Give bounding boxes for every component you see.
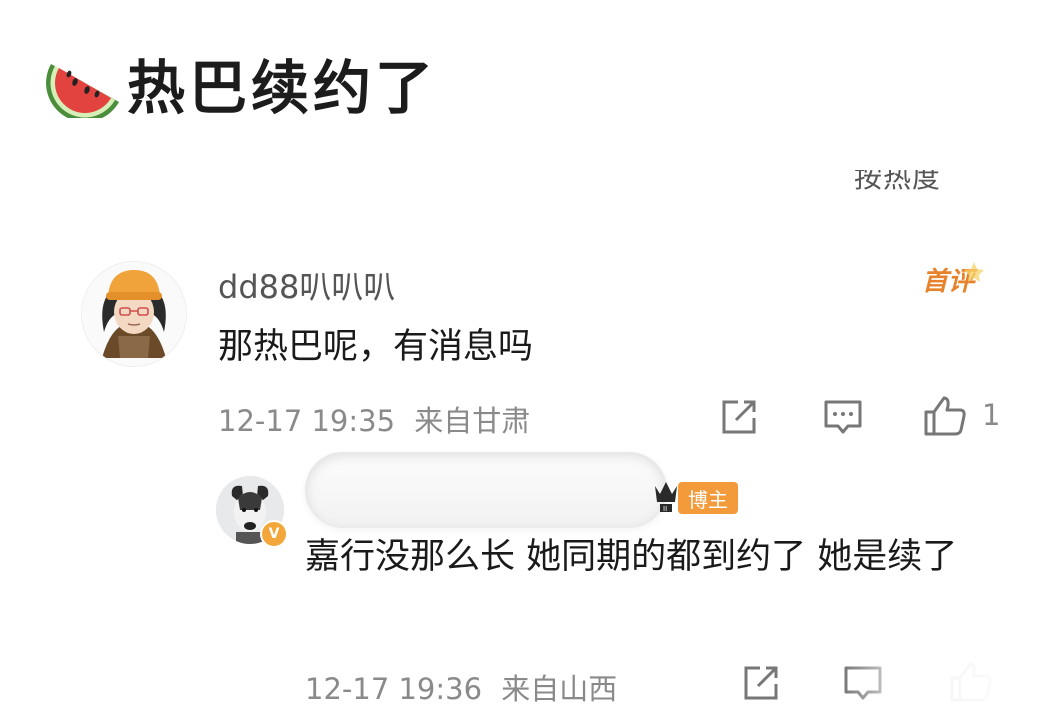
comment-text: 那热巴呢，有消息吗	[218, 327, 534, 367]
first-comment-badge: 首评	[922, 262, 984, 297]
like-icon[interactable]	[922, 394, 968, 438]
comment-meta: 12-17 19:36 来自山西	[305, 666, 617, 708]
share-icon[interactable]	[740, 662, 782, 704]
comment-meta: 12-17 19:35 来自甘肃	[218, 398, 530, 440]
like-count: 1	[982, 398, 1001, 432]
host-badge: 博主	[678, 482, 738, 514]
crown-icon: II	[655, 482, 677, 513]
comment-text: 嘉行没那么长 她同期的都到约了 她是续了	[305, 537, 958, 577]
comment-username[interactable]: dd88叭叭叭	[218, 262, 395, 308]
share-icon[interactable]	[718, 396, 760, 438]
verified-badge: V	[260, 520, 288, 548]
watermelon-icon	[46, 64, 119, 118]
svg-text:II: II	[663, 505, 667, 513]
user-avatar-illustration	[82, 262, 186, 366]
comment-icon[interactable]	[822, 396, 864, 438]
watermark-overlay	[844, 659, 1064, 721]
sort-label: 按热度	[854, 170, 942, 194]
comment-timestamp: 12-17 19:35	[218, 404, 396, 438]
sort-bar[interactable]: 按热度	[854, 170, 994, 198]
comment-timestamp: 12-17 19:36	[305, 672, 483, 706]
avatar[interactable]	[82, 262, 186, 366]
post-title-row: 热巴续约了	[45, 48, 437, 122]
comment-location: 来自甘肃	[414, 404, 531, 438]
comment-location: 来自山西	[501, 672, 618, 706]
post-title: 热巴续约了	[127, 54, 438, 122]
redacted-username	[305, 452, 667, 528]
